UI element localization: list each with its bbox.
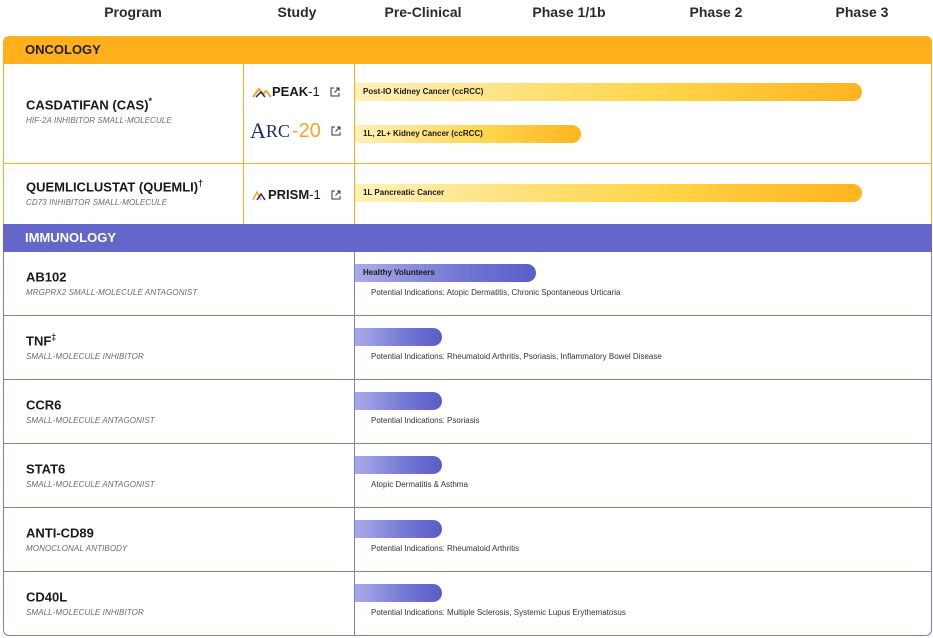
header-program: Program [104,4,162,20]
external-link-icon[interactable] [331,126,341,136]
pipeline-table: ONCOLOGY CASDATIFAN (CAS)* HIF-2α INHIBI… [3,36,932,636]
indication-text: Atopic Dermatitis & Asthma [371,480,468,489]
program-row-quemliclustat: QUEMLICLUSTAT (QUEMLI)† CD73 INHIBITOR S… [4,164,931,224]
phase-bar: 1L, 2L+ Kidney Cancer (ccRCC) [355,125,581,143]
program-row-anti-cd89: ANTI-CD89 MONOCLONAL ANTIBODY Potential … [4,508,931,572]
header-preclinical: Pre-Clinical [384,4,462,20]
program-name: CD40L [26,589,68,605]
program-name: QUEMLICLUSTAT (QUEMLI)† [26,178,204,195]
phase-bar: Post-IO Kidney Cancer (ccRCC) [355,83,862,101]
program-row-stat6: STAT6 SMALL-MOLECULE ANTAGONIST Atopic D… [4,444,931,508]
section-immunology: IMMUNOLOGY [3,224,932,252]
phase-bar [355,392,442,410]
header-phase3: Phase 3 [835,4,889,20]
phase-bar [355,584,442,602]
phase-bar [355,520,442,538]
section-oncology: ONCOLOGY [3,36,932,64]
phase-bar: 1L Pancreatic Cancer [355,184,862,202]
program-subtitle: CD73 INHIBITOR SMALL-MOLECULE [26,198,168,207]
external-link-icon[interactable] [331,190,341,200]
program-subtitle: SMALL-MOLECULE INHIBITOR [26,608,144,617]
indication-text: Potential Indications: Rheumatoid Arthri… [371,544,520,553]
program-name: ANTI-CD89 [26,525,94,541]
external-link-icon[interactable] [330,87,340,97]
program-subtitle: HIF-2α INHIBITOR SMALL-MOLECULE [26,116,172,125]
immunology-frame: AB102 MRGPRX2 SMALL-MOLECULE ANTAGONIST … [3,252,932,636]
program-name: CASDATIFAN (CAS)* [26,96,153,113]
pipeline-header: Program Study Pre-Clinical Phase 1/1b Ph… [0,0,933,26]
study-peak-1[interactable]: PEAK -1 [252,84,340,99]
indication-text: Potential Indications: Atopic Dermatitis… [371,288,621,297]
program-row-ccr6: CCR6 SMALL-MOLECULE ANTAGONIST Potential… [4,380,931,444]
header-study: Study [277,4,317,20]
indication-text: Potential Indications: Psoriasis [371,416,480,425]
prism-logo-icon [252,189,266,200]
program-subtitle: SMALL-MOLECULE ANTAGONIST [26,416,155,425]
study-arc-20[interactable]: A RC -20 [250,118,341,144]
program-name: STAT6 [26,461,66,477]
header-phase1: Phase 1/1b [532,4,606,20]
phase-bar: Healthy Volunteers [355,264,536,282]
program-row-casdatifan: CASDATIFAN (CAS)* HIF-2α INHIBITOR SMALL… [4,64,931,164]
program-subtitle: SMALL-MOLECULE INHIBITOR [26,352,144,361]
oncology-frame: CASDATIFAN (CAS)* HIF-2α INHIBITOR SMALL… [3,64,932,224]
program-subtitle: SMALL-MOLECULE ANTAGONIST [26,480,155,489]
arc-logo-icon: A [250,118,266,143]
program-name: AB102 [26,269,67,285]
program-name: CCR6 [26,397,62,413]
peak-logo-icon [252,86,272,98]
program-subtitle: MONOCLONAL ANTIBODY [26,544,128,553]
program-subtitle: MRGPRX2 SMALL-MOLECULE ANTAGONIST [26,288,198,297]
header-phase2: Phase 2 [689,4,743,20]
indication-text: Potential Indications: Multiple Sclerosi… [371,608,626,617]
phase-bar [355,456,442,474]
program-row-ab102: AB102 MRGPRX2 SMALL-MOLECULE ANTAGONIST … [4,252,931,316]
program-name: TNF‡ [26,332,57,349]
program-row-cd40l: CD40L SMALL-MOLECULE INHIBITOR Potential… [4,572,931,635]
program-row-tnf: TNF‡ SMALL-MOLECULE INHIBITOR Potential … [4,316,931,380]
indication-text: Potential Indications: Rheumatoid Arthri… [371,352,662,361]
study-prism-1[interactable]: PRISM -1 [252,187,341,202]
phase-bar [355,328,442,346]
